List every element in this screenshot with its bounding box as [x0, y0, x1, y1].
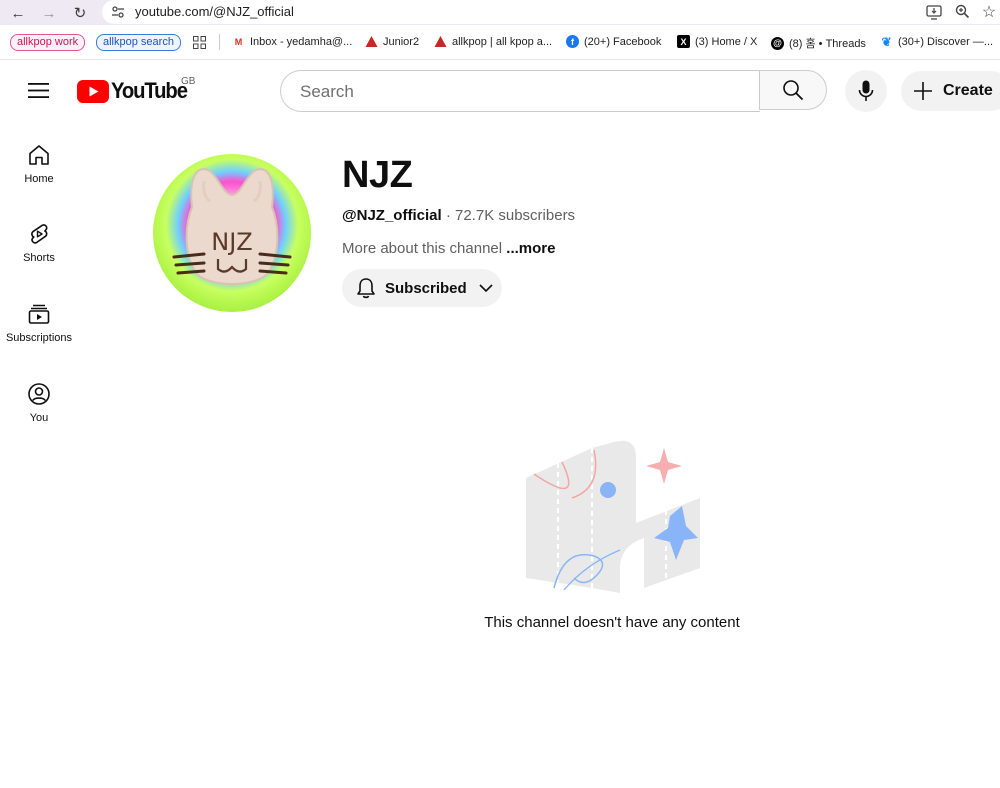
bookmark-junior2[interactable]: Junior2	[365, 35, 419, 48]
forward-arrow-icon[interactable]: →	[39, 3, 59, 23]
plus-icon	[914, 82, 932, 100]
channel-about[interactable]: More about this channel ...more	[342, 240, 555, 257]
x-logo-icon: X	[677, 35, 690, 48]
gmail-icon: M	[234, 36, 243, 47]
sidebar-item-label: You	[29, 412, 49, 424]
voice-search-button[interactable]	[845, 70, 887, 112]
site-settings-icon[interactable]	[111, 5, 125, 19]
create-label: Create	[943, 82, 993, 99]
youtube-logo[interactable]: YouTube	[77, 78, 193, 103]
channel-name: NJZ	[342, 154, 413, 196]
zoom-icon[interactable]	[955, 4, 970, 19]
apps-grid-icon[interactable]	[193, 36, 206, 49]
more-link[interactable]: ...more	[502, 240, 555, 257]
bell-icon	[357, 278, 375, 299]
bookmark-facebook[interactable]: f (20+) Facebook	[566, 35, 661, 48]
channel-meta: @NJZ_official · 72.7K subscribers	[342, 207, 575, 224]
sidebar-item-you[interactable]: You	[0, 382, 78, 452]
bookmark-group-allkpop-work[interactable]: allkpop work	[10, 34, 86, 51]
microphone-icon	[858, 80, 874, 101]
home-icon	[29, 145, 49, 165]
search-input[interactable]	[298, 80, 742, 104]
subscriptions-icon	[28, 304, 50, 324]
empty-channel-illustration	[526, 440, 700, 593]
sidebar-item-home[interactable]: Home	[0, 143, 78, 213]
empty-state-message: This channel doesn't have any content	[484, 614, 740, 631]
shorts-icon	[31, 224, 48, 244]
sidebar-item-subscriptions[interactable]: Subscriptions	[0, 302, 78, 372]
region-code: GB	[181, 76, 196, 87]
youtube-play-icon	[77, 79, 109, 103]
allkpop-icon	[434, 36, 447, 47]
bookmark-group-allkpop-search[interactable]: allkpop search	[96, 34, 181, 51]
browser-toolbar: ← → ↻ youtube.com/@NJZ_official ☆	[0, 0, 1000, 25]
facebook-icon: f	[566, 35, 579, 48]
subscribed-label: Subscribed	[385, 279, 467, 297]
reload-icon[interactable]: ↻	[70, 3, 90, 23]
channel-avatar[interactable]: NJZ	[152, 147, 312, 319]
bookmarks-divider	[219, 34, 220, 50]
bookmark-star-icon[interactable]: ☆	[979, 2, 999, 22]
bookmark-gmail[interactable]: M Inbox - yedamha@...	[232, 35, 353, 48]
bookmark-allkpop[interactable]: allkpop | all kpop a...	[434, 35, 552, 48]
chevron-down-icon	[479, 284, 493, 293]
sidebar-item-label: Home	[24, 173, 54, 185]
threads-icon: @	[771, 36, 784, 50]
sidebar-item-shorts[interactable]: Shorts	[0, 222, 78, 292]
back-arrow-icon[interactable]: ←	[8, 3, 28, 23]
warning-triangle-icon	[365, 36, 378, 47]
butterfly-icon: ❦	[881, 34, 892, 49]
bookmark-bluesky[interactable]: ❦ (30+) Discover —...	[880, 34, 993, 49]
bookmark-threads[interactable]: @ (8) 홈 • Threads	[771, 35, 866, 51]
sidebar-item-label: Subscriptions	[5, 332, 73, 344]
bookmarks-bar: allkpop work allkpop search M Inbox - ye…	[0, 25, 1000, 60]
subscribed-button[interactable]: Subscribed	[342, 269, 502, 307]
channel-handle: @NJZ_official	[342, 207, 442, 224]
meta-separator: ·	[441, 207, 455, 224]
menu-icon[interactable]	[28, 82, 49, 99]
subscriber-count: 72.7K subscribers	[455, 207, 576, 224]
bookmark-x[interactable]: X (3) Home / X	[677, 35, 757, 48]
url-text[interactable]: youtube.com/@NJZ_official	[135, 4, 294, 19]
avatar-text: NJZ	[211, 228, 252, 256]
install-app-icon[interactable]	[926, 5, 942, 20]
about-text[interactable]: More about this channel	[342, 240, 502, 257]
sidebar-item-label: Shorts	[23, 252, 55, 264]
search-icon	[783, 80, 804, 101]
create-button[interactable]: Create	[901, 71, 1000, 111]
you-icon	[28, 383, 50, 405]
youtube-wordmark: YouTube	[111, 78, 188, 103]
search-button[interactable]	[759, 70, 827, 110]
